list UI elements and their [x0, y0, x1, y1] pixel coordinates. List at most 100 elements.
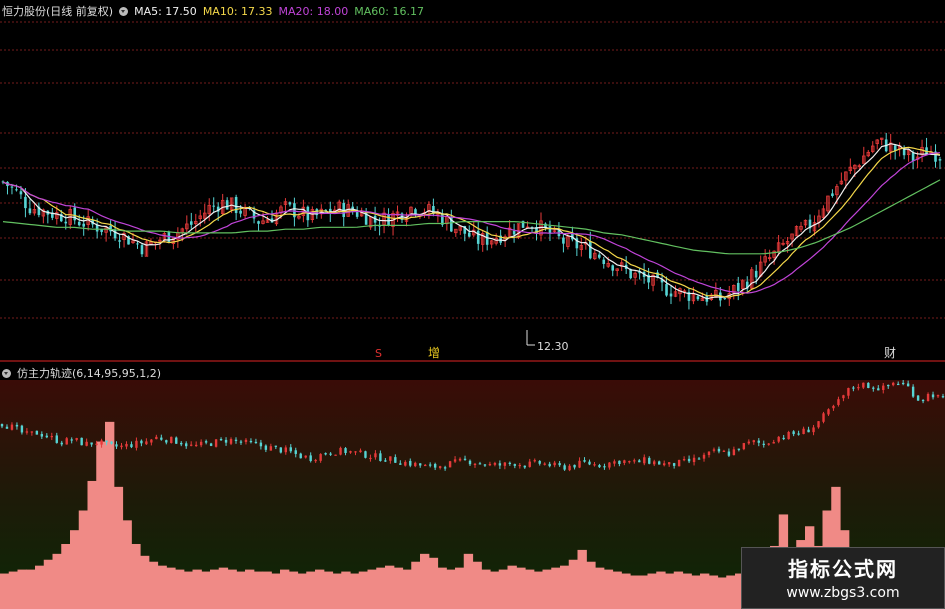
price-candle [767, 249, 772, 262]
histogram-bar [17, 569, 27, 609]
price-candle [619, 258, 624, 272]
histogram-bar [332, 573, 342, 609]
histogram-bar [402, 569, 412, 609]
indicator-candle [334, 454, 337, 456]
price-candle [808, 214, 812, 233]
indicator-candle [339, 446, 342, 456]
indicator-title[interactable]: 仿主力轨迹(6,14,95,95,1,2) [17, 367, 161, 380]
histogram-bar [350, 573, 360, 609]
histogram-bar [630, 575, 640, 609]
price-candle [355, 206, 359, 219]
histogram-bar [61, 543, 71, 609]
histogram-bar [708, 575, 719, 609]
histogram-bar [691, 575, 701, 609]
price-candle [458, 225, 462, 235]
indicator-candle [742, 442, 746, 451]
histogram-bar [122, 520, 132, 609]
histogram-bar [148, 561, 159, 609]
dropdown-icon[interactable] [119, 7, 129, 16]
histogram-bar [341, 571, 351, 609]
histogram-bar [8, 571, 19, 609]
price-candle [552, 226, 557, 234]
price-candle [274, 209, 279, 226]
price-candle [306, 205, 310, 227]
watermark-title: 指标公式网 [788, 557, 898, 581]
histogram-bar [245, 569, 255, 609]
histogram-bar [236, 571, 246, 609]
histogram-bar [192, 569, 202, 609]
ma20-line [2, 152, 941, 294]
histogram-bar [376, 567, 386, 609]
histogram-bar [551, 567, 561, 609]
price-candle [243, 204, 247, 220]
price-candle [938, 156, 942, 170]
price-candle [745, 276, 749, 292]
indicator-candle [787, 430, 790, 440]
price-candle [122, 231, 126, 248]
histogram-bar [218, 567, 229, 609]
histogram-bar [726, 575, 736, 609]
histogram-bar [78, 510, 89, 609]
histogram-bar [612, 571, 622, 609]
histogram-bar [700, 573, 710, 609]
histogram-bar [542, 569, 552, 609]
signal-marker-cai: 财 [884, 346, 896, 360]
price-candle [884, 132, 888, 153]
price-candle [32, 203, 37, 216]
price-candle [880, 137, 884, 146]
price-candle [37, 202, 41, 218]
indicator-candle [279, 447, 283, 454]
price-candle [427, 201, 431, 219]
price-candle [934, 144, 937, 168]
price-chart-header: 恒力股份(日线 前复权) MA5: 17.50 MA10: 17.33 MA20: 1… [2, 3, 430, 19]
price-candle [790, 233, 794, 247]
indicator-candle [80, 437, 83, 446]
price-candle [893, 144, 897, 160]
histogram-bar [647, 573, 657, 609]
stock-title[interactable]: 恒力股份(日线 前复权) [2, 5, 113, 18]
price-candle [575, 232, 579, 257]
histogram-bar [420, 553, 430, 609]
ma5-label: MA5: 17.50 [134, 5, 197, 18]
histogram-bar [262, 571, 272, 609]
low-price-annotation: 12.30 [526, 330, 569, 353]
price-candle [512, 223, 516, 243]
price-candle [817, 209, 821, 228]
watermark-url: www.zbgs3.com [786, 585, 900, 601]
histogram-bar [183, 571, 194, 609]
price-candle [293, 197, 296, 227]
histogram-bar [525, 569, 535, 609]
indicator-candle [170, 436, 173, 444]
histogram-bar [96, 441, 106, 609]
histogram-bar [595, 567, 605, 609]
price-candle [579, 237, 584, 257]
histogram-bar [665, 573, 675, 609]
histogram-bar [568, 559, 579, 609]
price-candle [615, 268, 619, 277]
indicator-candle [916, 395, 920, 401]
price-candle [624, 256, 628, 274]
dropdown-icon[interactable] [2, 369, 11, 378]
histogram-bar [463, 553, 474, 609]
histogram-bar [656, 571, 666, 609]
indicator-candle [364, 450, 367, 459]
histogram-bar [358, 571, 369, 609]
histogram-bar [227, 569, 237, 609]
ma20-label: MA20: 18.00 [278, 5, 349, 18]
price-candle [346, 199, 350, 217]
histogram-bar [140, 555, 150, 609]
price-candle [194, 213, 198, 233]
price-candle [794, 225, 799, 237]
price-candle [100, 228, 103, 236]
price-candle [597, 252, 601, 260]
price-candle [472, 221, 476, 238]
indicator-candle [448, 460, 452, 468]
price-candle [848, 158, 853, 174]
indicator-candle [677, 459, 681, 467]
histogram-bar [87, 480, 97, 609]
histogram-bar [533, 571, 544, 609]
histogram-bar [446, 569, 456, 609]
price-candle [826, 195, 830, 213]
price-candle [799, 221, 803, 233]
histogram-bar [367, 569, 377, 609]
